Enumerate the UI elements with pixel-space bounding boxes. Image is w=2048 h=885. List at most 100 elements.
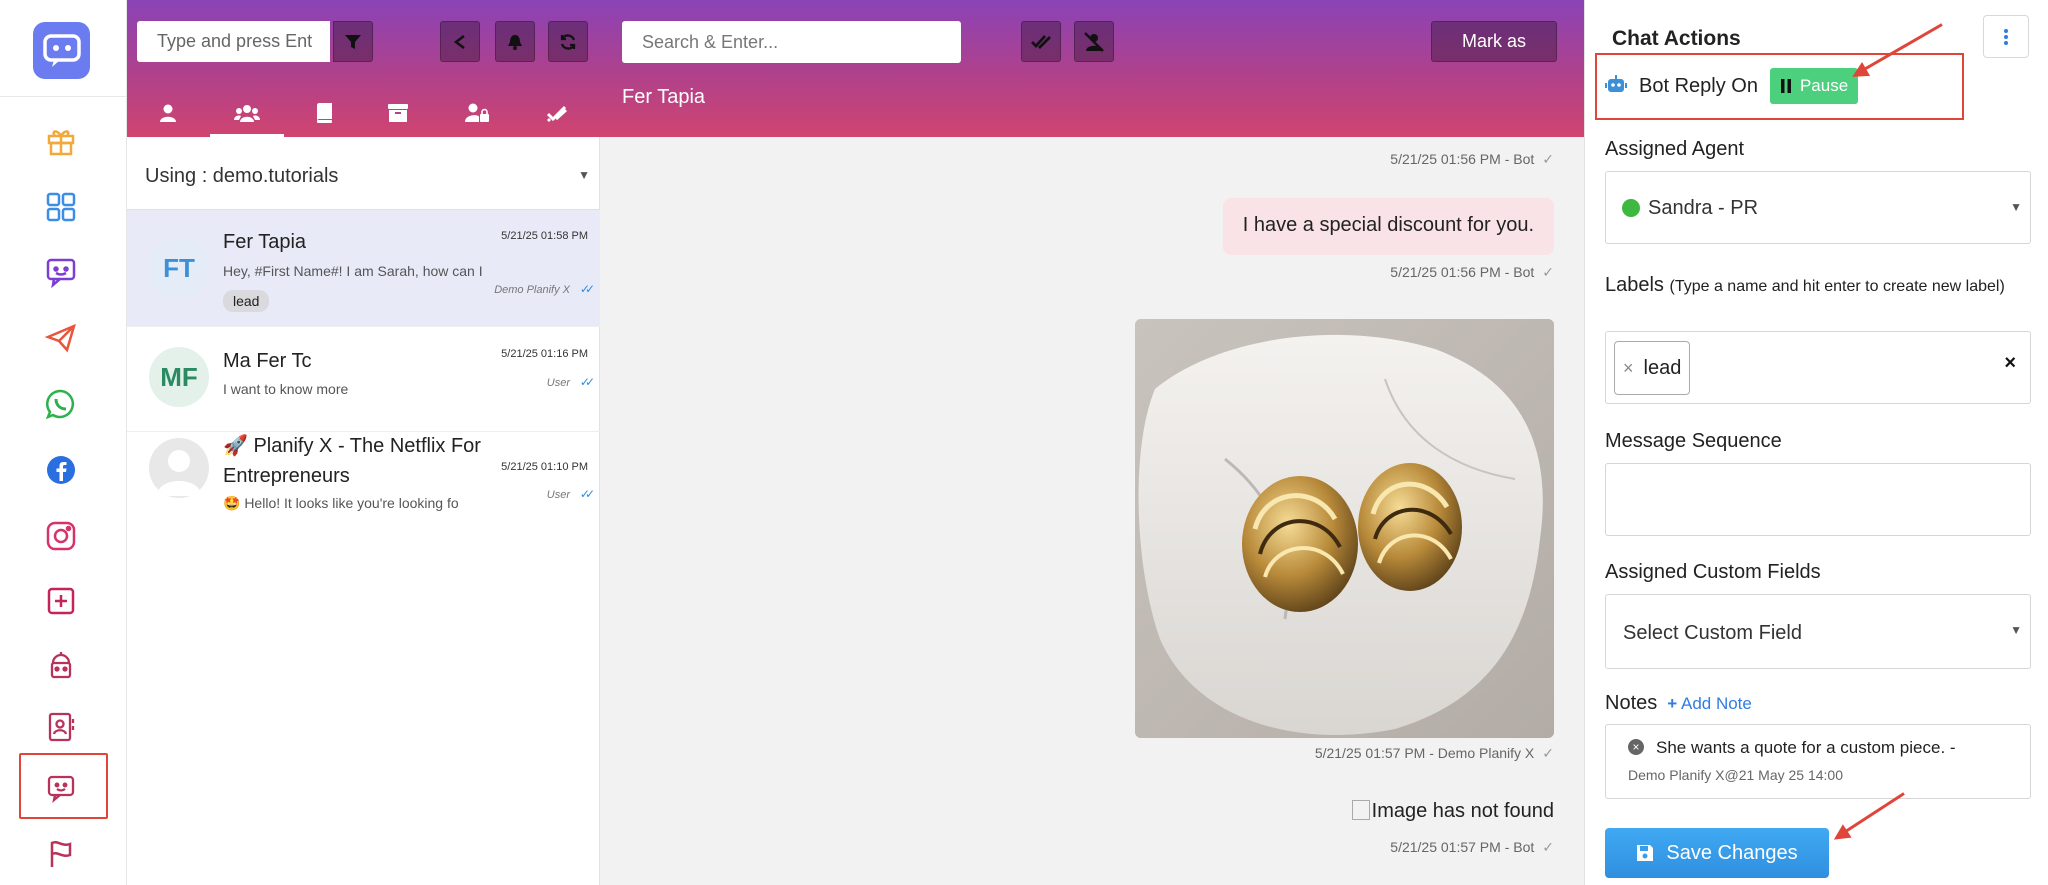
bot-reply-row: Bot Reply On Pause (1605, 68, 1859, 104)
assigned-agent-value: Sandra - PR (1648, 197, 1759, 219)
panel-title: Chat Actions (1612, 27, 1741, 50)
conversation-preview: I want to know more (223, 381, 349, 397)
account-selector[interactable]: Using : demo.tutorials ▼ (127, 138, 600, 210)
pause-bot-button[interactable]: Pause (1769, 68, 1859, 104)
save-icon (1637, 845, 1654, 861)
subscriber-search-input[interactable]: Type and press Ent (137, 21, 330, 62)
chevron-down-icon: ▼ (2010, 623, 2022, 637)
list-tabs (127, 88, 600, 137)
labels-label: Labels (Type a name and hit enter to cre… (1605, 274, 2005, 296)
add-note-button[interactable]: + Add Note (1667, 694, 1752, 714)
default-avatar-icon (157, 450, 201, 496)
resize-grip-icon[interactable] (1574, 875, 1584, 885)
double-check-icon: ✓✓ (579, 487, 595, 501)
broken-image: Image has not found (1351, 800, 1554, 823)
plus-icon: + (1667, 693, 1678, 713)
pause-icon (1780, 79, 1791, 93)
custom-field-placeholder: Select Custom Field (1623, 622, 1802, 644)
tab-double-check-icon[interactable] (527, 88, 587, 137)
custom-field-select[interactable]: Select Custom Field ▼ (1605, 594, 2031, 669)
chat-header: Search & Enter... Mark as Fer Tapia (600, 0, 1584, 137)
online-status-icon (1622, 199, 1640, 217)
avatar: FT (149, 238, 209, 298)
message-timestamp: 5/21/25 01:56 PM - Bot ✓ (1390, 264, 1554, 280)
plus-square-icon[interactable] (38, 578, 84, 624)
telegram-icon[interactable] (38, 315, 84, 361)
message-timestamp: 5/21/25 01:57 PM - Demo Planify X ✓ (1314, 745, 1554, 761)
contacts-icon[interactable] (38, 704, 84, 750)
custom-fields-label: Assigned Custom Fields (1605, 561, 1821, 583)
message-bubble: I have a special discount for you. (1222, 198, 1554, 255)
chat-bot-icon[interactable] (38, 249, 84, 295)
robot-icon[interactable] (38, 642, 84, 688)
conversation-sender: User (546, 489, 570, 501)
notes-header: Notes + Add Note (1605, 692, 1752, 714)
save-label: Save Changes (1666, 841, 1798, 864)
conversation-item[interactable]: FT Fer Tapia 5/21/25 01:58 PM Hey, #Firs… (127, 210, 600, 327)
block-user-icon[interactable] (1074, 21, 1114, 62)
conversation-name: Ma Fer Tc (223, 350, 312, 372)
chevron-down-icon: ▼ (578, 168, 590, 182)
conversation-sender: Demo Planify X (494, 284, 570, 296)
filter-button[interactable] (333, 21, 373, 62)
pause-label: Pause (1799, 76, 1849, 95)
message-sequence-select[interactable] (1605, 463, 2031, 536)
conversation-name: 🚀 Planify X - The Netflix For (223, 435, 481, 457)
refresh-icon[interactable] (548, 21, 588, 62)
annotation-arrow (1836, 792, 1905, 839)
conversation-item[interactable]: MF Ma Fer Tc 5/21/25 01:16 PM I want to … (127, 327, 600, 432)
conversation-item[interactable]: 🚀 Planify X - The Netflix For Entreprene… (127, 432, 600, 522)
conversation-sender: User (546, 377, 570, 389)
tab-single-user-icon[interactable] (138, 88, 198, 137)
conversation-time: 5/21/25 01:10 PM (501, 461, 588, 473)
tab-group-users-icon[interactable] (210, 88, 284, 137)
flag-icon[interactable] (38, 831, 84, 877)
mark-resolved-icon[interactable] (1021, 21, 1061, 62)
message-image[interactable] (1135, 319, 1554, 738)
bot-reply-status: Bot Reply On (1639, 74, 1758, 97)
labels-input[interactable]: × lead × (1605, 331, 2031, 404)
instagram-icon[interactable] (38, 513, 84, 559)
conversation-time: 5/21/25 01:58 PM (501, 230, 588, 242)
chat-area: Search & Enter... Mark as Fer Tapia 5/21… (600, 0, 1584, 885)
gift-icon[interactable] (38, 118, 84, 164)
assigned-agent-label: Assigned Agent (1605, 138, 1744, 160)
conversation-preview: Hey, #First Name#! I am Sarah, how can I (223, 263, 483, 279)
label-badge: lead (223, 290, 270, 312)
chat-actions-panel: Chat Actions Bot Reply On Pause Assigned… (1584, 0, 2048, 885)
robot-icon (1605, 74, 1627, 99)
delete-note-icon[interactable]: × (1628, 739, 1644, 755)
share-button[interactable] (440, 21, 480, 62)
conversation-preview: 🤩 Hello! It looks like you're looking fo (223, 495, 459, 511)
note-card: × She wants a quote for a custom piece. … (1605, 724, 2031, 799)
double-check-icon: ✓✓ (579, 282, 595, 296)
bell-icon[interactable] (495, 21, 535, 62)
tab-archive-icon[interactable] (368, 88, 428, 137)
chatbot-logo-icon[interactable] (33, 22, 90, 79)
list-header: Type and press Ent (127, 0, 600, 137)
chevron-down-icon: ▼ (2010, 200, 2022, 214)
tab-book-icon[interactable] (294, 88, 354, 137)
conversation-list-panel: Type and press Ent Using: demo.tutorial… (127, 0, 600, 885)
broken-image-icon (1351, 800, 1370, 820)
more-options-icon[interactable] (1983, 15, 2029, 58)
message-timestamp: 5/21/25 01:57 PM - Bot ✓ (1390, 839, 1554, 855)
conversation-name-continued: Entrepreneurs (223, 465, 350, 487)
facebook-icon[interactable] (38, 447, 84, 493)
tab-user-lock-icon[interactable] (447, 88, 507, 137)
message-search-input[interactable]: Search & Enter... (622, 21, 961, 63)
double-check-icon: ✓✓ (579, 375, 595, 389)
assigned-agent-select[interactable]: Sandra - PR ▼ (1605, 171, 2031, 244)
clear-labels-icon[interactable]: × (2004, 352, 2016, 375)
active-item-highlight (19, 753, 108, 819)
whatsapp-icon[interactable] (38, 381, 84, 427)
account-selector-label: Using : demo.tutorials (145, 165, 339, 187)
remove-tag-icon[interactable]: × (1623, 358, 1634, 379)
label-tag[interactable]: × lead (1614, 341, 1691, 395)
conversation-time: 5/21/25 01:16 PM (501, 348, 588, 360)
avatar: MF (149, 347, 209, 407)
save-changes-button[interactable]: Save Changes (1605, 828, 1829, 878)
grid-icon[interactable] (38, 184, 84, 230)
message-thread: 5/21/25 01:56 PM - Bot ✓ I have a special… (600, 137, 1584, 885)
mark-as-button[interactable]: Mark as (1431, 21, 1557, 62)
